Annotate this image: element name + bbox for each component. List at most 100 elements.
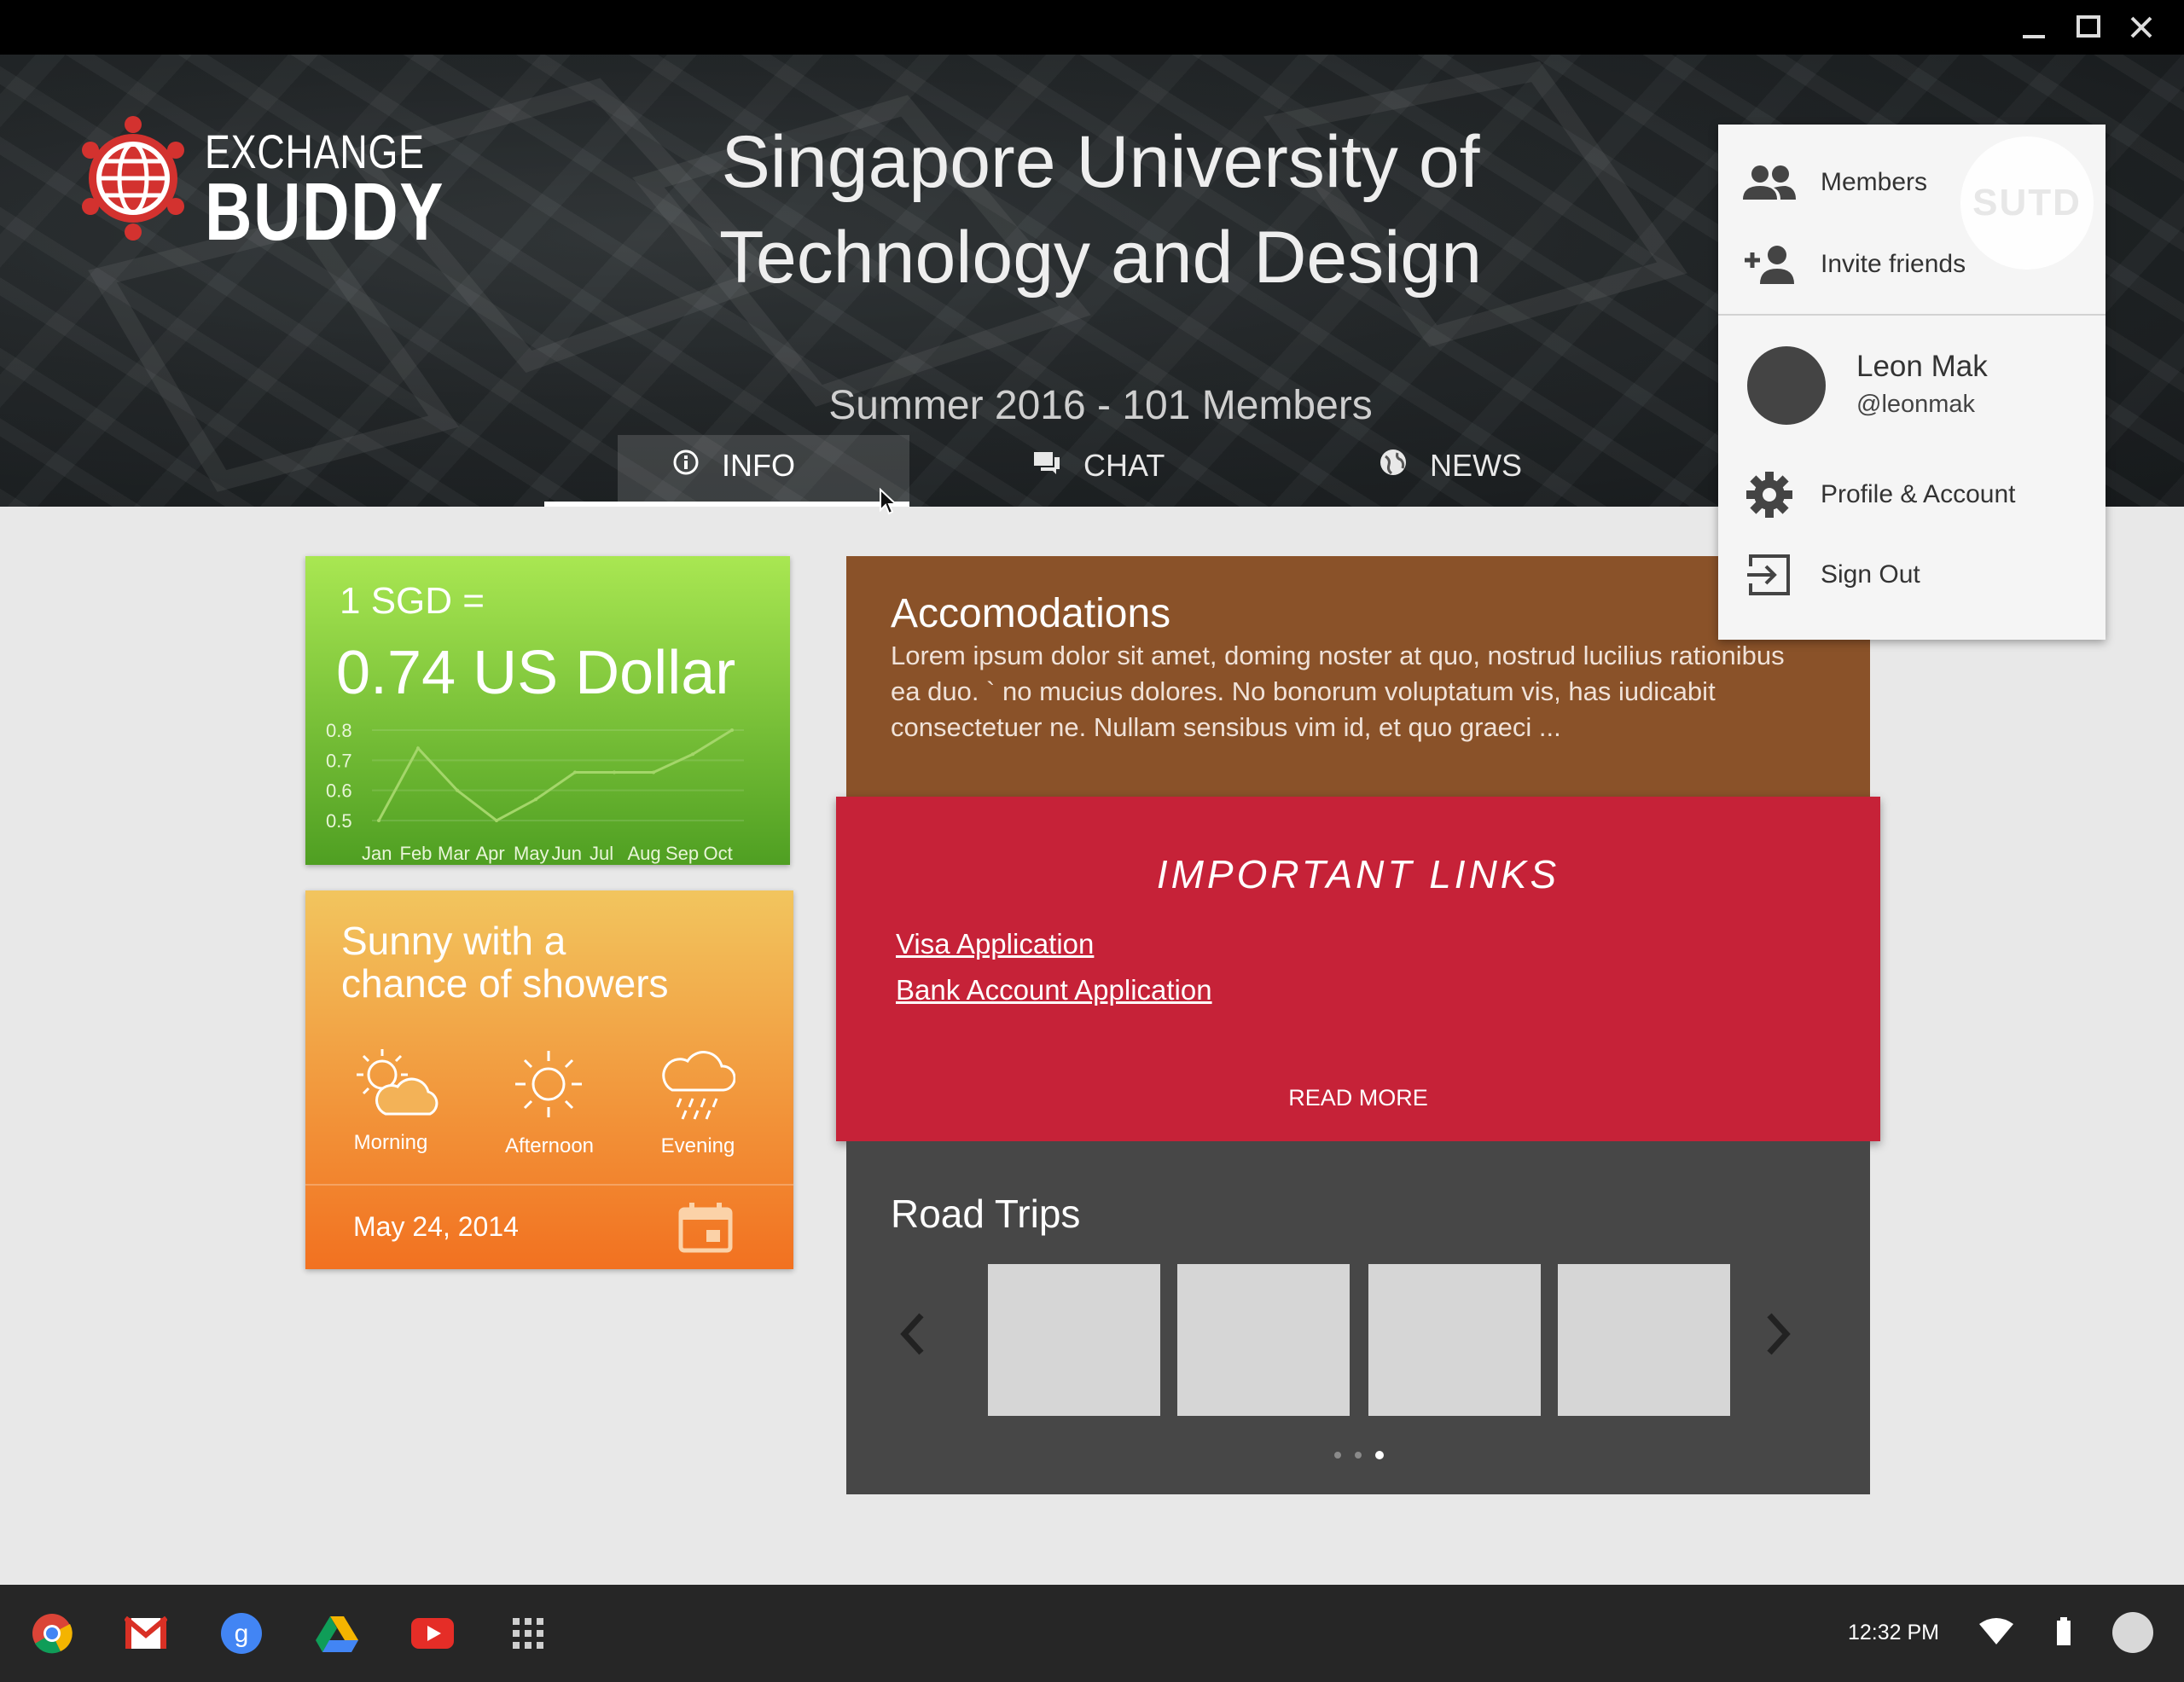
add-person-icon [1718,245,1821,284]
rate-data-point [495,819,498,822]
x-tick-label: Feb [400,843,433,864]
logo-wordmark: EXCHANGE BUDDY [205,128,445,258]
mouse-cursor-icon [879,487,898,521]
user-name: Leon Mak [1856,350,1988,383]
menu-divider [1718,314,2106,316]
tab-chat[interactable]: CHAT [1032,432,1165,500]
bank-account-link[interactable]: Bank Account Application [896,974,1212,1006]
close-icon[interactable] [2114,0,2169,55]
road-trips-card: Road Trips [846,1141,1870,1494]
menu-item-label: Profile & Account [1821,480,2016,508]
partly-cloudy-icon [348,1044,442,1125]
rate-data-point [730,728,734,732]
x-tick-label: Sep [665,843,699,864]
menu-item-label: Members [1821,168,1928,196]
user-status-avatar[interactable] [2112,1612,2153,1653]
rain-cloud-icon [659,1044,736,1127]
menu-item-profile-account[interactable]: Profile & Account [1718,454,2106,536]
accommodations-body: Lorem ipsum dolor sit amet, doming noste… [891,641,1785,742]
accommodations-title: Accomodations [891,591,1171,636]
y-tick-label: 0.8 [326,720,352,741]
x-tick-label: Aug [628,843,661,864]
carousel-next-icon[interactable] [1763,1310,1793,1362]
road-trips-title: Road Trips [891,1192,1081,1236]
road-trip-thumbnail[interactable] [988,1264,1160,1416]
menu-item-label: Invite friends [1821,250,1966,278]
x-tick-label: Jan [362,843,392,864]
tab-chat-label: CHAT [1083,448,1165,483]
y-tick-label: 0.6 [326,780,352,802]
x-tick-label: Jun [552,843,582,864]
battery-icon[interactable] [2056,1617,2071,1650]
rate-data-point [416,746,420,751]
sign-out-icon [1718,553,1821,597]
calendar-icon[interactable] [677,1201,734,1258]
youtube-icon[interactable] [411,1612,454,1655]
weather-summary-line1: Sunny with a [341,919,566,963]
rate-data-point [456,788,459,792]
read-more-button[interactable]: READ MORE [836,1085,1880,1111]
x-tick-label: Mar [438,843,470,864]
google-search-icon[interactable]: g [220,1612,263,1655]
carousel-dot[interactable] [1334,1452,1341,1459]
globe-icon [1379,448,1408,484]
y-tick-label: 0.7 [326,750,352,771]
exchange-buddy-logo-icon [75,114,191,246]
chrome-icon[interactable] [31,1612,73,1655]
minimize-icon[interactable] [2007,0,2061,55]
tab-news-label: NEWS [1430,448,1522,483]
weather-period-label: Evening [660,1134,735,1157]
sun-icon [510,1046,587,1127]
road-trip-thumbnail[interactable] [1177,1264,1350,1416]
x-tick-label: May [514,843,549,864]
svg-text:g: g [235,1620,249,1648]
user-handle: @leonmak [1856,391,1976,418]
menu-item-label: Sign Out [1821,560,1920,589]
menu-item-members[interactable]: Members [1718,142,2106,223]
info-icon [672,448,700,484]
weather-card: Sunny with a chance of showers Morning A… [305,890,793,1269]
tab-news[interactable]: NEWS [1379,432,1522,500]
app-launcher-icon[interactable] [507,1612,549,1655]
carousel-dot-active[interactable] [1375,1451,1384,1459]
drive-icon[interactable] [316,1612,358,1655]
currency-base: 1 SGD = [340,580,485,622]
weather-divider [305,1184,793,1186]
rate-data-point [534,798,537,802]
x-tick-label: Apr [476,843,505,864]
rate-data-point [652,770,655,774]
menu-item-invite-friends[interactable]: Invite friends [1718,223,2106,305]
x-tick-label: Jul [590,843,613,864]
weather-period-label: Afternoon [504,1134,595,1157]
wifi-icon[interactable] [1979,1617,2013,1650]
gmail-icon[interactable] [125,1612,167,1655]
carousel-prev-icon[interactable] [897,1310,928,1362]
carousel-dot[interactable] [1355,1452,1362,1459]
system-clock[interactable]: 12:32 PM [1848,1621,1939,1645]
road-trip-thumbnail[interactable] [1368,1264,1541,1416]
weather-summary: Sunny with a chance of showers [341,919,669,1005]
rate-data-point [377,819,380,822]
road-trip-thumbnail[interactable] [1558,1264,1730,1416]
weather-period-label: Morning [353,1131,428,1154]
title-line2: Technology and Design [718,217,1483,299]
avatar[interactable] [1747,346,1826,425]
visa-application-link[interactable]: Visa Application [896,928,1094,960]
weather-date: May 24, 2014 [353,1211,519,1242]
important-links-title: IMPORTANT LINKS [1156,852,1560,896]
rate-data-point [573,770,577,774]
group-icon [1718,164,1821,201]
rate-data-point [613,770,616,774]
rate-series-line [377,728,733,822]
menu-item-sign-out[interactable]: Sign Out [1718,534,2106,616]
x-tick-label: Oct [704,843,733,864]
group-subtitle: Summer 2016 - 101 Members [828,383,1373,428]
tab-active-underline [544,502,909,507]
rate-data-point [691,752,694,757]
page-title: Singapore University of Technology and D… [597,114,1604,305]
maximize-icon[interactable] [2061,0,2116,55]
currency-rate: 0.74 US Dollar [336,639,736,707]
tab-info[interactable]: INFO [672,432,795,500]
logo-line2: BUDDY [205,166,445,258]
window-title-bar [0,0,2184,55]
